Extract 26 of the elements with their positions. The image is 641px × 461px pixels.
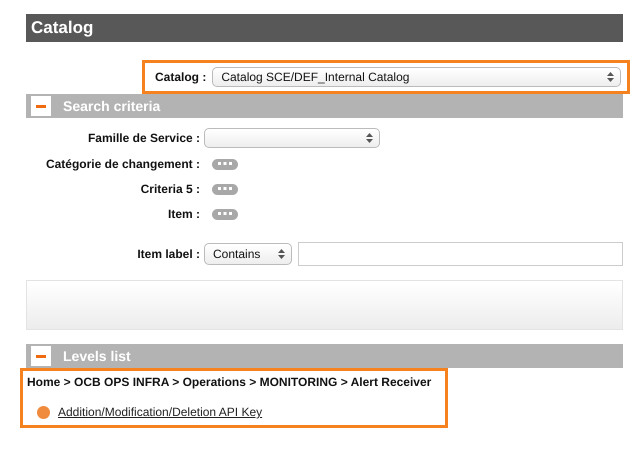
level-link[interactable]: Addition/Modification/Deletion API Key: [58, 405, 262, 419]
dropdown-arrows-icon: [366, 133, 373, 143]
breadcrumb: Home > OCB OPS INFRA > Operations > MONITORING > Alert Receiver: [27, 375, 432, 389]
ellipsis-icon: [218, 187, 232, 191]
select-field[interactable]: [204, 128, 380, 148]
field-label: Item :: [166, 207, 200, 221]
dropdown-arrows-icon: [278, 249, 285, 259]
section-title: Levels list: [63, 348, 131, 364]
operator-select[interactable]: Contains: [204, 243, 292, 265]
ellipsis-icon: [218, 162, 232, 166]
field-label: Criteria 5 :: [140, 182, 200, 196]
collapse-toggle[interactable]: [31, 96, 51, 116]
page-title: Catalog: [26, 14, 623, 42]
catalog-select[interactable]: Catalog SCE/DEF_Internal Catalog: [212, 67, 621, 87]
dropdown-arrows-icon: [607, 72, 614, 82]
field-label: Famille de Service :: [86, 131, 200, 145]
catalog-label: Catalog :: [155, 70, 206, 84]
picker-button[interactable]: [212, 158, 238, 170]
ellipsis-icon: [218, 212, 232, 216]
picker-button[interactable]: [212, 208, 238, 220]
field-label: Item label :: [136, 247, 200, 261]
picker-button[interactable]: [212, 184, 238, 194]
collapse-toggle[interactable]: [31, 346, 51, 366]
input-field[interactable]: [298, 242, 623, 266]
field-label: Catégorie de changement :: [44, 157, 200, 171]
section-title: Search criteria: [63, 98, 160, 114]
